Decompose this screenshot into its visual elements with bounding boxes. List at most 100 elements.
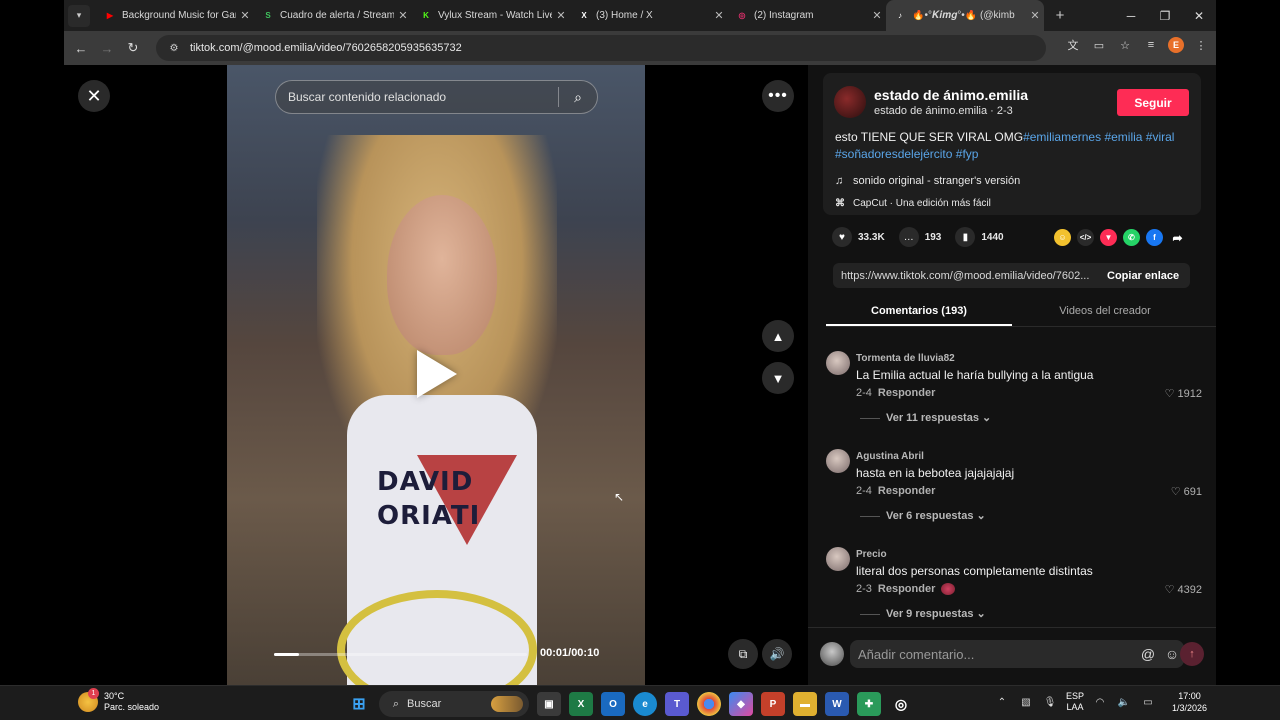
browser-tab[interactable]: X (3) Home / X ✕ <box>570 0 728 31</box>
music-title[interactable]: sonido original - stranger's versión <box>853 175 1020 187</box>
word-icon[interactable]: W <box>825 692 849 716</box>
close-tab-icon[interactable]: ✕ <box>552 9 570 22</box>
photos-icon[interactable]: ▧ <box>1018 697 1034 708</box>
clipchamp-icon[interactable]: ◎ <box>889 692 913 716</box>
heart-outline-icon[interactable]: ♡ <box>1165 388 1175 400</box>
new-tab-button[interactable]: + <box>1050 7 1070 24</box>
bookmark-star-icon[interactable]: ☆ <box>1116 39 1134 52</box>
heart-outline-icon[interactable]: ♡ <box>1165 584 1175 596</box>
commenter-avatar[interactable] <box>826 351 850 375</box>
hashtag[interactable]: #fyp <box>956 147 979 161</box>
wifi-icon[interactable]: ◠ <box>1092 697 1108 708</box>
browser-tab[interactable]: ▶ Background Music for Gam ✕ <box>96 0 254 31</box>
tab-creator-videos[interactable]: Videos del creador <box>1012 301 1198 326</box>
translate-icon[interactable]: 文 <box>1064 37 1082 53</box>
commenter-avatar[interactable] <box>826 449 850 473</box>
comment-like[interactable]: ♡ 1912 <box>1165 387 1202 400</box>
browser-tab[interactable]: K Vylux Stream - Watch Live ✕ <box>412 0 570 31</box>
copy-link-button[interactable]: Copiar enlace <box>1107 270 1179 282</box>
battery-icon[interactable]: ▭ <box>1140 697 1156 708</box>
close-tab-icon[interactable]: ✕ <box>1026 9 1044 22</box>
comment-action[interactable]: … 193 <box>898 227 941 247</box>
send-icon[interactable]: ▼ <box>1100 229 1117 246</box>
commenter-name[interactable]: Precio <box>856 549 887 560</box>
speaker-icon[interactable]: 🔈 <box>1116 697 1132 708</box>
task-view-icon[interactable]: ▣ <box>537 692 561 716</box>
reload-button[interactable]: ↻ <box>120 40 146 56</box>
excel-icon[interactable]: X <box>569 692 593 716</box>
omnibox[interactable]: ⚙ tiktok.com/@mood.emilia/video/76026582… <box>156 35 1046 61</box>
author-avatar[interactable] <box>834 86 866 118</box>
follow-button[interactable]: Seguir <box>1117 89 1189 116</box>
music-row[interactable]: ♫ sonido original - stranger's versión <box>835 175 1020 187</box>
like-action[interactable]: ♥ 33.3K <box>832 227 885 247</box>
mention-icon[interactable]: @ <box>1136 646 1160 662</box>
chevron-up-icon[interactable]: ⌃ <box>994 697 1010 708</box>
send-comment-button[interactable]: ↑ <box>1180 642 1204 666</box>
play-icon[interactable] <box>417 350 457 398</box>
close-tab-icon[interactable]: ✕ <box>394 9 412 22</box>
view-replies-label[interactable]: Ver 9 respuestas <box>886 608 973 620</box>
related-search-input[interactable]: Buscar contenido relacionado ⌕ <box>275 80 598 114</box>
whatsapp-icon[interactable]: ✆ <box>1123 229 1140 246</box>
copilot-icon[interactable]: ◆ <box>729 692 753 716</box>
capcut-row[interactable]: ⌘ CapCut · Una edición más fácil <box>835 198 991 209</box>
commenter-name[interactable]: Agustina Abril <box>856 451 924 462</box>
coin-icon[interactable]: ☺ <box>1054 229 1071 246</box>
reply-button[interactable]: Responder <box>878 485 935 497</box>
tab-search-button[interactable]: ▾ <box>68 4 90 27</box>
comment-icon[interactable]: … <box>898 227 919 247</box>
browser-tab[interactable]: ◎ (2) Instagram ✕ <box>728 0 886 31</box>
view-replies-button[interactable]: Ver 6 respuestas ⌄ <box>860 509 986 522</box>
back-button[interactable]: ← <box>68 41 94 56</box>
view-replies-button[interactable]: Ver 11 respuestas ⌄ <box>860 411 991 424</box>
hashtag[interactable]: #viral <box>1146 130 1175 144</box>
volume-icon[interactable]: 🔊 <box>762 639 792 669</box>
reply-button[interactable]: Responder <box>878 583 935 595</box>
pip-icon[interactable]: ⧉ <box>728 639 758 669</box>
xbox-app-icon[interactable]: ✚ <box>857 692 881 716</box>
video-link[interactable]: https://www.tiktok.com/@mood.emilia/vide… <box>841 270 1095 282</box>
save-action[interactable]: ▮ 1440 <box>955 227 1004 247</box>
facebook-icon[interactable]: f <box>1146 229 1163 246</box>
progress-bar[interactable] <box>274 653 527 656</box>
taskbar-search[interactable]: ⌕ Buscar <box>379 691 529 717</box>
language-indicator[interactable]: ESP LAA <box>1066 691 1084 713</box>
commenter-avatar[interactable] <box>826 547 850 571</box>
embed-icon[interactable]: </> <box>1077 229 1094 246</box>
heart-icon[interactable]: ♥ <box>832 227 852 247</box>
more-options-button[interactable]: ••• <box>762 80 794 112</box>
weather-widget[interactable]: 1 30°C Parc. soleado <box>78 688 159 713</box>
site-info-icon[interactable]: ⚙ <box>164 43 184 54</box>
comment-like[interactable]: ♡ 4392 <box>1165 583 1202 596</box>
clock[interactable]: 17:00 1/3/2026 <box>1172 690 1207 714</box>
media-control-icon[interactable]: ≡ <box>1142 39 1160 51</box>
menu-dots-icon[interactable]: ⋮ <box>1192 39 1210 52</box>
minimize-button[interactable]: ─ <box>1114 9 1148 23</box>
microphone-icon[interactable]: 🎙 <box>1042 697 1058 708</box>
browser-tab[interactable]: S Cuadro de alerta / Streamli ✕ <box>254 0 412 31</box>
hashtag[interactable]: #soñadoresdelejército <box>835 147 952 161</box>
close-tab-icon[interactable]: ✕ <box>868 9 886 22</box>
author-name[interactable]: estado de ánimo.emilia <box>874 87 1028 103</box>
previous-video-button[interactable]: ▲ <box>762 320 794 352</box>
comment-like[interactable]: ♡ 691 <box>1171 485 1202 498</box>
hashtag[interactable]: #emiliamernes <box>1023 130 1101 144</box>
heart-outline-icon[interactable]: ♡ <box>1171 486 1181 498</box>
windows-start-icon[interactable]: ⊞ <box>347 692 371 716</box>
outlook-icon[interactable]: O <box>601 692 625 716</box>
close-tab-icon[interactable]: ✕ <box>236 9 254 22</box>
capcut-label[interactable]: CapCut · Una edición más fácil <box>853 198 991 209</box>
edge-icon[interactable]: e <box>633 692 657 716</box>
bookmark-icon[interactable]: ▮ <box>955 227 976 247</box>
close-window-button[interactable]: ✕ <box>1182 9 1216 23</box>
hashtag[interactable]: #emilia <box>1104 130 1142 144</box>
teams-icon[interactable]: T <box>665 692 689 716</box>
search-icon[interactable]: ⌕ <box>559 89 597 106</box>
reply-button[interactable]: Responder <box>878 387 935 399</box>
next-video-button[interactable]: ▼ <box>762 362 794 394</box>
view-replies-label[interactable]: Ver 11 respuestas <box>886 412 979 424</box>
cast-icon[interactable]: ▭ <box>1090 39 1108 52</box>
maximize-button[interactable]: ❐ <box>1148 9 1182 23</box>
browser-tab[interactable]: ♪ 🔥•°𝑲𝒊𝒎𝒈°•🔥 (@kimb ✕ <box>886 0 1044 31</box>
